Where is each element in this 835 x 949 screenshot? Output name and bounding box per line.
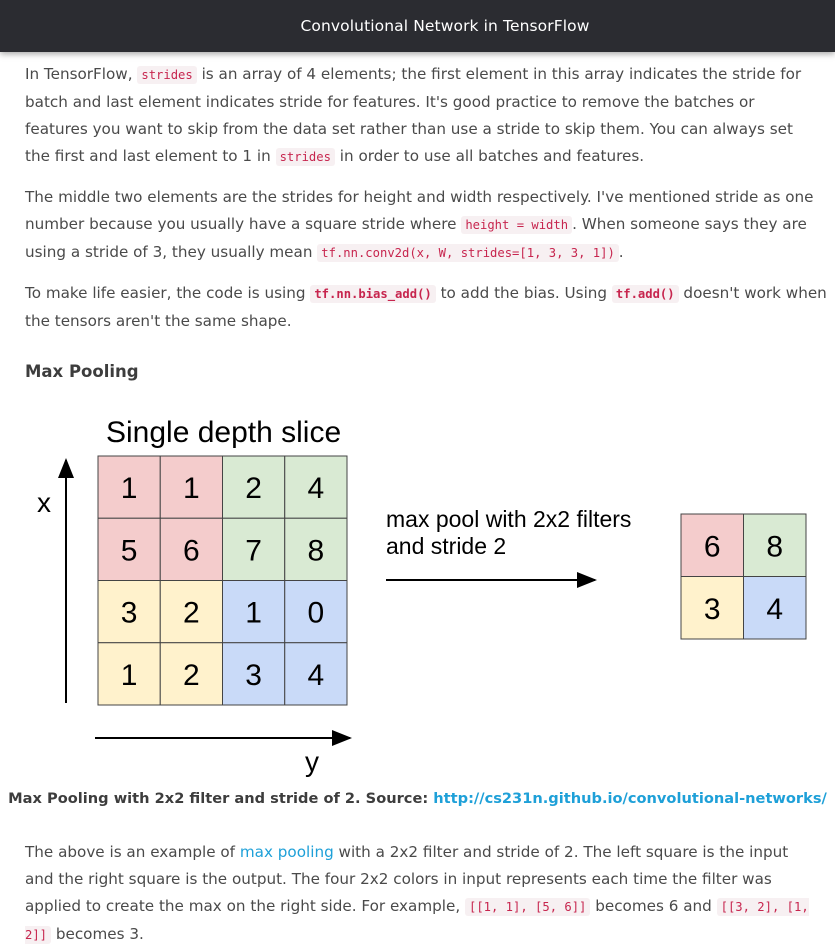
text: becomes 3. bbox=[51, 925, 144, 943]
x-axis-label: x bbox=[37, 487, 51, 518]
input-cell: 5 bbox=[121, 534, 138, 567]
input-cell: 3 bbox=[245, 659, 262, 692]
input-cell: 1 bbox=[245, 597, 262, 630]
code-height-width: height = width bbox=[461, 216, 573, 234]
text: . bbox=[618, 243, 624, 261]
text: The above is an example of bbox=[25, 843, 240, 861]
output-cell: 6 bbox=[704, 530, 721, 563]
caption-text: Max Pooling with 2x2 filter and stride o… bbox=[8, 790, 434, 807]
input-cell: 2 bbox=[245, 472, 262, 505]
max-pooling-figure: Single depth slice 1 1 2 4 5 6 7 8 3 2 1 0 1 2 3 4 6 8 3 4… bbox=[0, 405, 835, 787]
paragraph-middle-strides: The middle two elements are the strides … bbox=[25, 184, 815, 267]
output-cell: 3 bbox=[704, 593, 721, 626]
max-pooling-link[interactable]: max pooling bbox=[240, 843, 334, 861]
code-strides: strides bbox=[275, 148, 335, 166]
code-tf-add: tf.add() bbox=[611, 285, 679, 303]
text: To make life easier, the code is using bbox=[25, 284, 311, 302]
input-cell: 0 bbox=[308, 597, 325, 630]
input-cell: 2 bbox=[183, 597, 200, 630]
code-bias-add: tf.nn.bias_add() bbox=[310, 285, 436, 303]
input-cell: 7 bbox=[245, 534, 262, 567]
input-grid: 1 1 2 4 5 6 7 8 3 2 1 0 1 2 3 4 bbox=[97, 455, 348, 706]
paragraph-max-pooling: The above is an example of max pooling w… bbox=[25, 839, 815, 949]
input-cell: 3 bbox=[121, 597, 138, 630]
section-heading: Max Pooling bbox=[25, 362, 139, 381]
max-pooling-diagram: Single depth slice 1 1 2 4 5 6 7 8 3 2 1 0 1 2 3 4 6 8 3 4… bbox=[37, 416, 807, 777]
text: becomes 6 and bbox=[590, 897, 717, 915]
paragraph-bias: To make life easier, the code is using t… bbox=[25, 280, 830, 335]
code-conv2d: tf.nn.conv2d(x, W, strides=[1, 3, 3, 1]) bbox=[317, 244, 619, 262]
operation-label-line1: max pool with 2x2 filters bbox=[386, 506, 631, 532]
text: to add the bias. Using bbox=[435, 284, 612, 302]
output-cell: 4 bbox=[766, 593, 783, 626]
output-cell: 8 bbox=[766, 530, 783, 563]
input-cell: 4 bbox=[308, 472, 325, 505]
output-grid: 6 8 3 4 bbox=[680, 513, 807, 640]
input-cell: 1 bbox=[121, 472, 138, 505]
top-bar: Convolutional Network in TensorFlow bbox=[0, 0, 835, 52]
figure-caption: Max Pooling with 2x2 filter and stride o… bbox=[0, 790, 835, 807]
page-title: Convolutional Network in TensorFlow bbox=[300, 17, 590, 35]
input-cell: 6 bbox=[183, 534, 200, 567]
paragraph-strides: In TensorFlow, strides is an array of 4 … bbox=[25, 61, 815, 171]
input-cell: 4 bbox=[308, 659, 325, 692]
input-cell: 1 bbox=[183, 472, 200, 505]
text: In TensorFlow, bbox=[25, 65, 138, 83]
operation-label-line2: and stride 2 bbox=[386, 533, 506, 559]
caption-source-link[interactable]: http://cs231n.github.io/convolutional-ne… bbox=[433, 790, 827, 807]
y-axis-label: y bbox=[305, 746, 319, 777]
figure-title: Single depth slice bbox=[106, 416, 341, 449]
input-cell: 1 bbox=[121, 659, 138, 692]
code-example-1: [[1, 1], [5, 6]] bbox=[464, 898, 591, 916]
input-cell: 8 bbox=[308, 534, 325, 567]
input-cell: 2 bbox=[183, 659, 200, 692]
text: in order to use all batches and features… bbox=[334, 147, 645, 165]
code-strides: strides bbox=[137, 66, 197, 84]
